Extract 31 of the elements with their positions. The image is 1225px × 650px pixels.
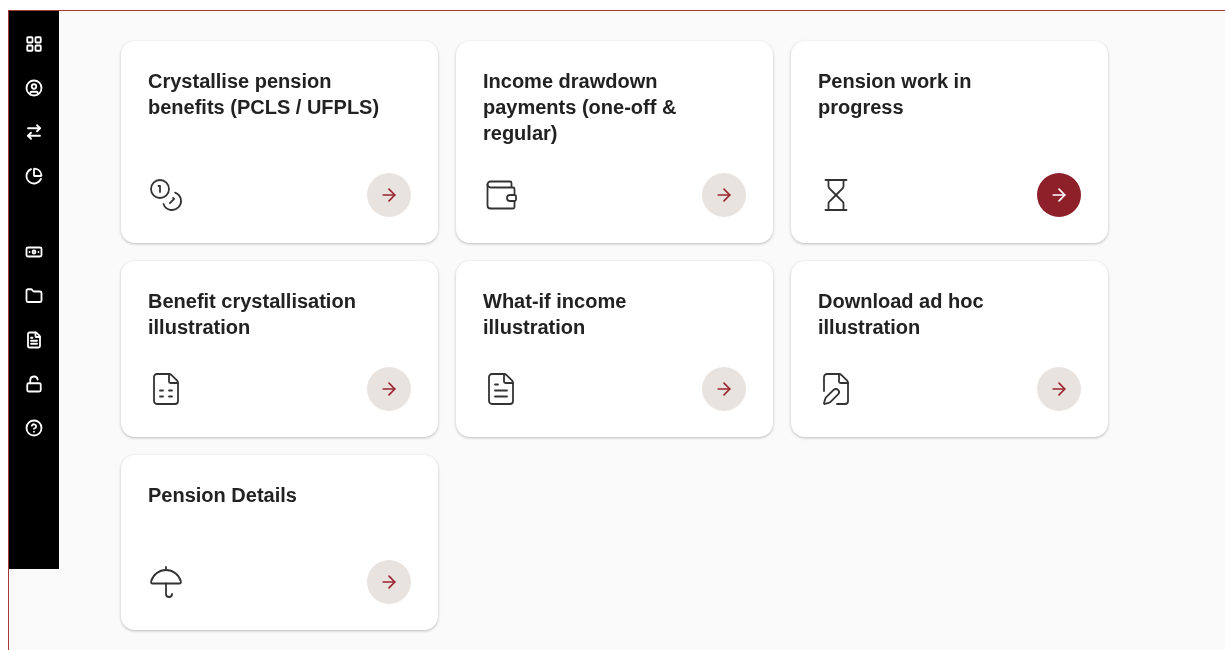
help-icon[interactable] bbox=[25, 419, 43, 437]
arrow-button[interactable] bbox=[367, 560, 411, 604]
umbrella-icon bbox=[148, 564, 184, 600]
pie-chart-icon[interactable] bbox=[25, 167, 43, 185]
grid-icon[interactable] bbox=[25, 35, 43, 53]
document-icon[interactable] bbox=[25, 331, 43, 349]
unlocked-padlock-icon[interactable] bbox=[25, 375, 43, 393]
arrow-button[interactable] bbox=[702, 173, 746, 217]
swap-arrows-icon[interactable] bbox=[25, 123, 43, 141]
card-title: Crystallise pension benefits (PCLS / UFPLS) bbox=[148, 69, 381, 120]
card-title: Income drawdown payments (one-off & regular) bbox=[483, 69, 678, 146]
card-title: Pension work in progress bbox=[818, 69, 973, 120]
arrow-button[interactable] bbox=[367, 367, 411, 411]
user-icon[interactable] bbox=[25, 79, 43, 97]
menu-card[interactable]: Pension work in progress bbox=[791, 41, 1108, 243]
card-title: Benefit crystallisation illustration bbox=[148, 289, 357, 340]
card-title: What-if income illustration bbox=[483, 289, 628, 340]
menu-card[interactable]: Pension Details bbox=[121, 455, 438, 630]
folder-icon[interactable] bbox=[25, 287, 43, 305]
arrow-button[interactable] bbox=[1037, 367, 1081, 411]
card-title: Download ad hoc illustration bbox=[818, 289, 985, 340]
arrow-button[interactable] bbox=[702, 367, 746, 411]
menu-card[interactable]: What-if income illustration bbox=[456, 261, 773, 437]
menu-card[interactable]: Download ad hoc illustration bbox=[791, 261, 1108, 437]
arrow-button[interactable] bbox=[367, 173, 411, 217]
card-title: Pension Details bbox=[148, 483, 298, 508]
menu-card[interactable]: Benefit crystallisation illustration bbox=[121, 261, 438, 437]
menu-card[interactable]: Crystallise pension benefits (PCLS / UFPLS) bbox=[121, 41, 438, 243]
menu-card[interactable]: Income drawdown payments (one-off & regular) bbox=[456, 41, 773, 243]
coins-icon bbox=[148, 177, 184, 213]
arrow-button[interactable] bbox=[1037, 173, 1081, 217]
